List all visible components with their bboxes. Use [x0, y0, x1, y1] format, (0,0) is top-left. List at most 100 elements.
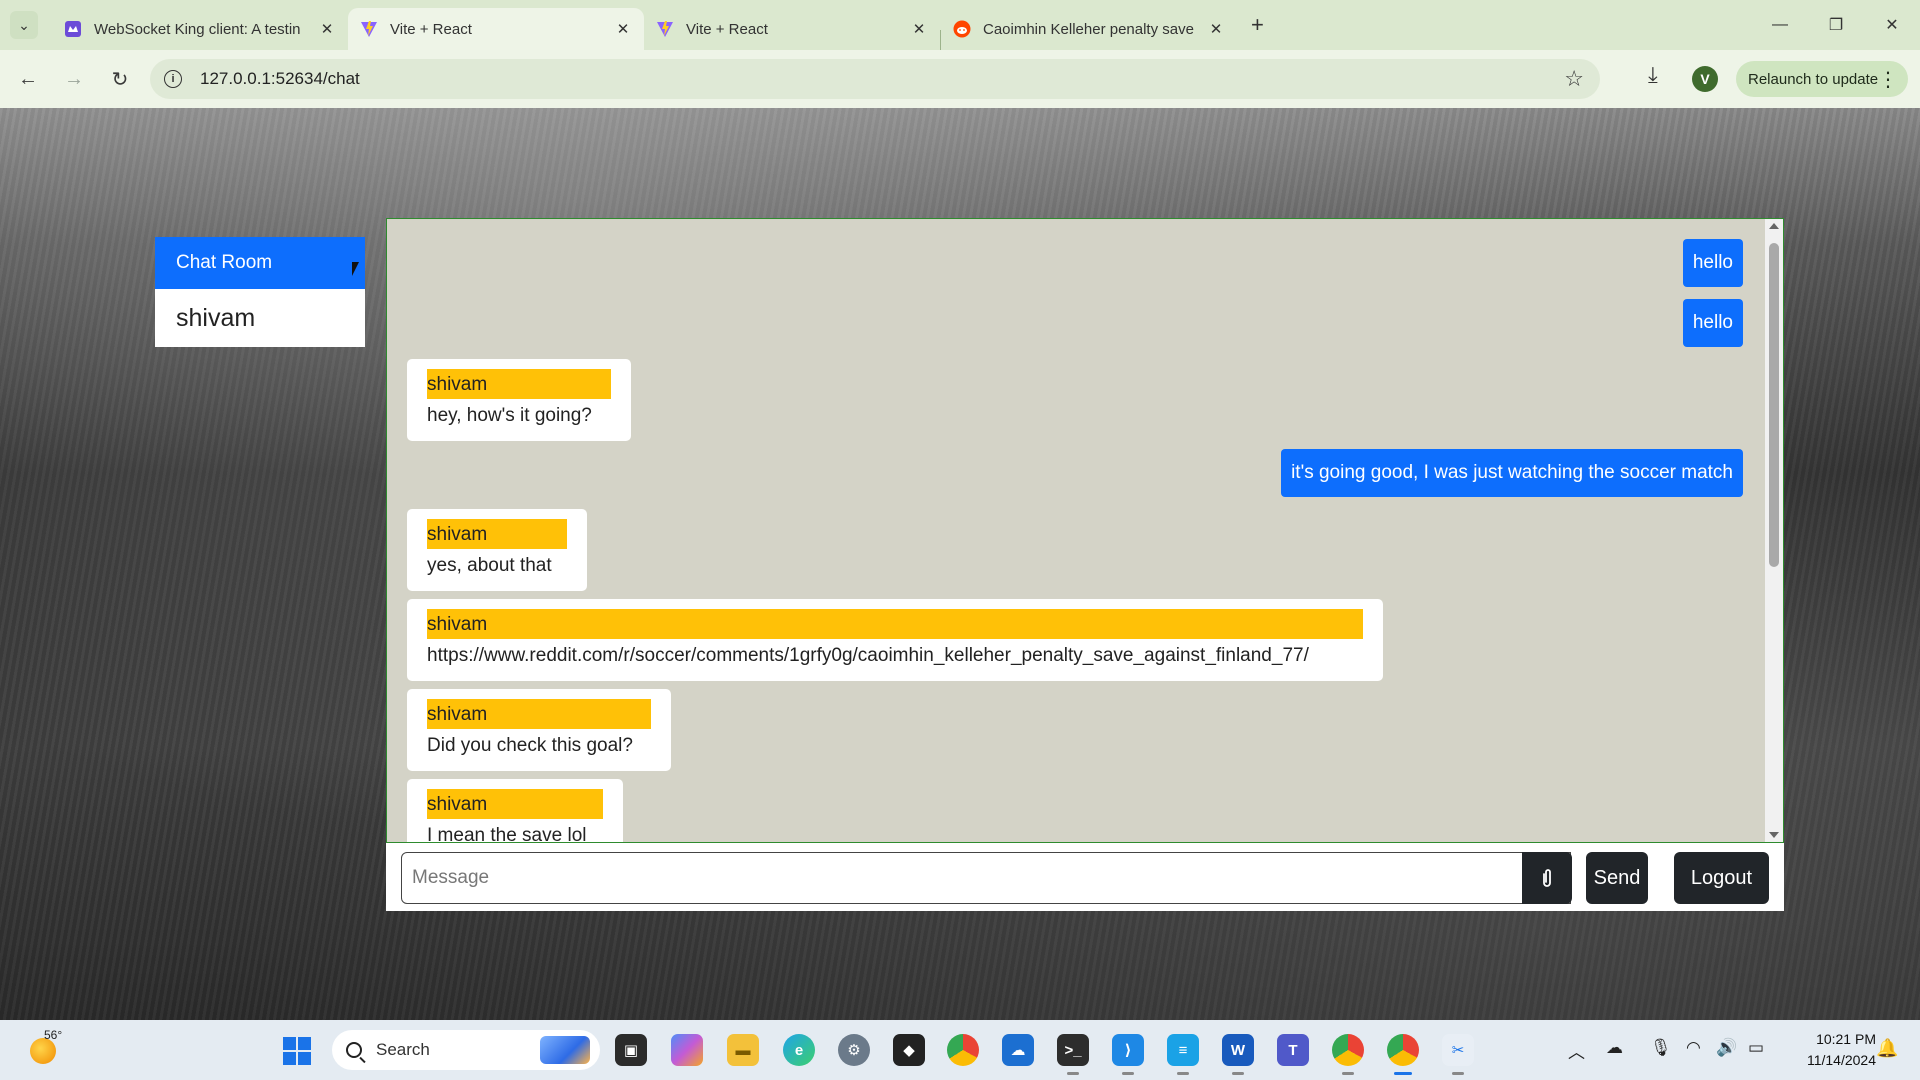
edge-icon[interactable]: e — [783, 1034, 815, 1066]
message-sender: shivam — [427, 369, 611, 399]
tab-title: WebSocket King client: A testin — [94, 20, 301, 38]
chrome-icon[interactable] — [947, 1034, 979, 1066]
close-icon[interactable]: ✕ — [1207, 20, 1225, 38]
forward-icon[interactable]: → — [56, 61, 92, 97]
copilot-icon[interactable] — [671, 1034, 703, 1066]
weather-widget[interactable]: 56° — [28, 1028, 70, 1070]
browser-toolbar: ← → ↻ i 127.0.0.1:52634/chat ☆ ⤓ V Relau… — [0, 50, 1920, 108]
chevron-down-icon: ⌄ — [18, 16, 30, 33]
tab-title: Vite + React — [686, 20, 768, 38]
paperclip-icon — [1543, 869, 1551, 887]
battery-icon[interactable]: ▭ — [1748, 1038, 1764, 1058]
teams-icon[interactable]: T — [1277, 1034, 1309, 1066]
address-bar[interactable]: i 127.0.0.1:52634/chat ☆ — [150, 59, 1600, 99]
back-icon[interactable]: ← — [10, 61, 46, 97]
message-text: hey, how's it going? — [427, 405, 592, 426]
vscode-icon[interactable]: ⟩ — [1112, 1034, 1144, 1075]
chat-page: Chat Room shivam hello hello shivam hey,… — [0, 108, 1920, 1020]
chrome-profile-icon[interactable] — [1332, 1034, 1364, 1075]
message-text: hello — [1692, 252, 1733, 273]
tab-vite-react[interactable]: Vite + React ✕ — [644, 8, 940, 50]
window-close-icon[interactable]: ✕ — [1864, 0, 1920, 50]
send-button[interactable]: Send — [1586, 852, 1648, 904]
bookmark-star-icon[interactable]: ☆ — [1564, 66, 1584, 92]
taskbar-clock[interactable]: 10:21 PM 11/14/2024 — [1786, 1029, 1876, 1071]
attach-file-button[interactable] — [1522, 852, 1572, 904]
message-input-wrapper — [401, 852, 1571, 904]
message-text: Did you check this goal? — [427, 735, 633, 756]
tab-title: Caoimhin Kelleher penalty save — [983, 20, 1194, 38]
tab-websocket-king[interactable]: WebSocket King client: A testin ✕ — [52, 8, 348, 50]
outgoing-message: it's going good, I was just watching the… — [1281, 449, 1743, 497]
taskbar-search-label: Search — [376, 1040, 430, 1059]
reload-icon[interactable]: ↻ — [102, 61, 138, 97]
snipping-tool-icon[interactable]: ✂ — [1442, 1034, 1474, 1075]
logout-label: Logout — [1690, 866, 1753, 889]
scrollbar-thumb[interactable] — [1769, 243, 1779, 567]
tab-search-button[interactable]: ⌄ — [10, 11, 38, 39]
clock-time: 10:21 PM — [1816, 1031, 1876, 1047]
message-sender: shivam — [427, 519, 567, 549]
download-icon[interactable]: ⤓ — [1648, 62, 1658, 88]
relaunch-button[interactable]: Relaunch to update ⋮ — [1736, 61, 1908, 97]
user-name: shivam — [176, 303, 256, 332]
search-icon — [346, 1042, 362, 1058]
clock-date: 11/14/2024 — [1806, 1052, 1876, 1068]
word-icon[interactable]: W — [1222, 1034, 1254, 1075]
message-link[interactable]: https://www.reddit.com/r/soccer/comments… — [427, 641, 1363, 671]
chat-room-header[interactable]: Chat Room — [155, 237, 365, 289]
task-view-icon[interactable]: ▣ — [615, 1034, 647, 1066]
gaming-app-icon[interactable]: ◆ — [893, 1034, 925, 1066]
settings-gear-icon[interactable]: ⚙ — [838, 1034, 870, 1066]
incoming-message: shivam https://www.reddit.com/r/soccer/c… — [407, 599, 1383, 681]
scroll-down-arrow-icon[interactable] — [1769, 832, 1779, 838]
outgoing-message: hello — [1682, 239, 1743, 287]
new-tab-button[interactable]: + — [1251, 12, 1264, 38]
address-url[interactable]: 127.0.0.1:52634/chat — [200, 69, 360, 89]
onedrive-cloud-icon[interactable]: ☁ — [1002, 1034, 1034, 1066]
message-input[interactable] — [402, 853, 1570, 903]
file-explorer-icon[interactable]: ▬ — [727, 1034, 759, 1066]
profile-avatar[interactable]: V — [1692, 66, 1718, 92]
incoming-message: shivam hey, how's it going? — [407, 359, 631, 441]
websocket-king-icon — [64, 20, 82, 38]
weather-temperature: 56° — [44, 1028, 63, 1042]
windows-start-icon[interactable] — [283, 1037, 311, 1065]
close-icon[interactable]: ✕ — [910, 20, 928, 38]
minimize-icon[interactable]: — — [1752, 0, 1808, 50]
volume-icon[interactable]: 🔊 — [1716, 1038, 1737, 1058]
tab-reddit[interactable]: Caoimhin Kelleher penalty save ✕ — [941, 8, 1237, 50]
taskbar-search-box[interactable]: Search — [332, 1030, 600, 1070]
message-sender: shivam — [427, 609, 1363, 639]
terminal-icon[interactable]: >_ — [1057, 1034, 1089, 1075]
close-icon[interactable]: ✕ — [614, 20, 632, 38]
chrome-active-icon[interactable] — [1387, 1034, 1419, 1075]
onedrive-offline-icon[interactable]: ☁ — [1606, 1038, 1623, 1058]
message-list[interactable]: hello hello shivam hey, how's it going? … — [386, 218, 1784, 843]
scroll-up-arrow-icon[interactable] — [1769, 223, 1779, 229]
message-list-scrollbar[interactable] — [1765, 219, 1783, 842]
mouse-cursor — [352, 262, 359, 276]
notepad-icon[interactable]: ≡ — [1167, 1034, 1199, 1075]
message-text: it's going good, I was just watching the… — [1291, 462, 1733, 483]
tab-vite-react-active[interactable]: Vite + React ✕ — [348, 8, 644, 50]
chat-room-title: Chat Room — [176, 252, 273, 273]
wifi-icon[interactable]: ◠ — [1686, 1038, 1701, 1058]
notification-bell-icon[interactable]: 🔔 — [1876, 1038, 1898, 1059]
relaunch-label: Relaunch to update — [1748, 70, 1879, 88]
restore-icon[interactable]: ❐ — [1808, 0, 1864, 50]
tray-overflow-chevron-icon[interactable]: ︿ — [1568, 1038, 1585, 1063]
incoming-message: shivam Did you check this goal? — [407, 689, 671, 771]
message-sender: shivam — [427, 699, 651, 729]
site-info-icon[interactable]: i — [164, 70, 182, 88]
window-controls: — ❐ ✕ — [1752, 0, 1920, 50]
message-text: yes, about that — [427, 555, 552, 576]
chat-room-panel: Chat Room shivam — [155, 237, 365, 347]
logout-button[interactable]: Logout — [1674, 852, 1769, 904]
user-list-item[interactable]: shivam — [155, 289, 365, 347]
search-highlight-icon — [540, 1036, 590, 1064]
message-sender: shivam — [427, 789, 603, 819]
more-menu-icon[interactable]: ⋮ — [1878, 67, 1898, 92]
close-icon[interactable]: ✕ — [318, 20, 336, 38]
microphone-icon[interactable]: 🎙 — [1650, 1038, 1672, 1058]
